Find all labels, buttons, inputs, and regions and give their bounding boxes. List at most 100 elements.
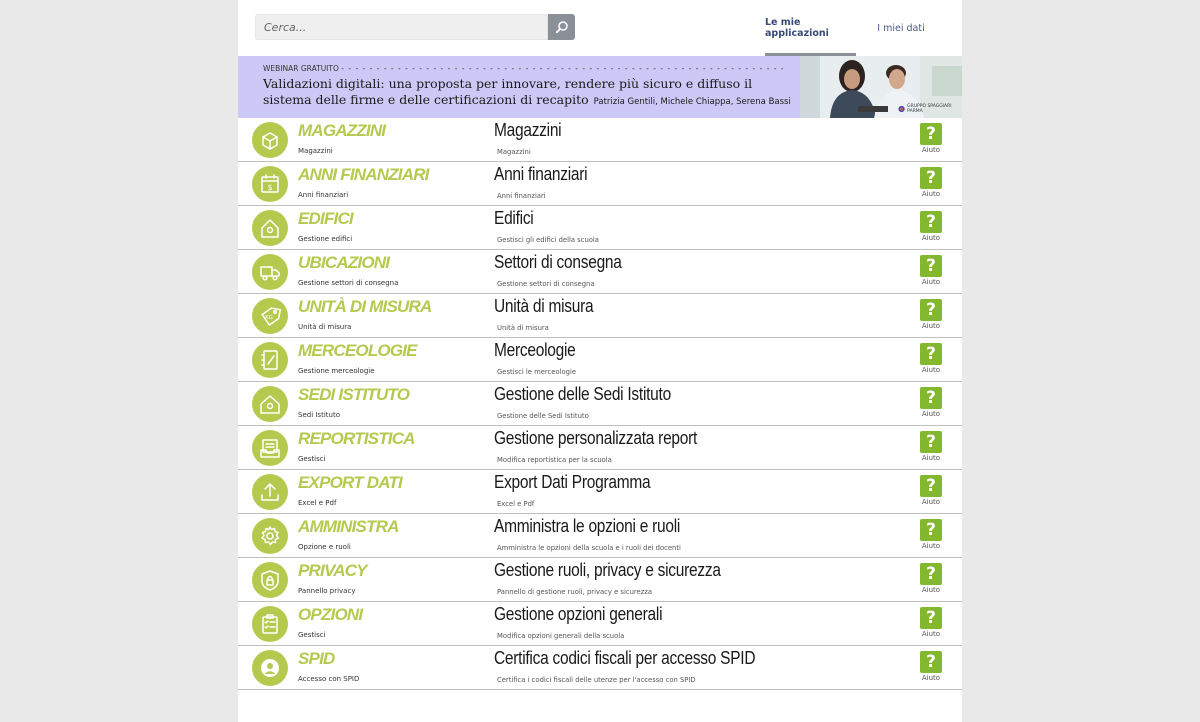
search-icon: [555, 21, 568, 34]
help-button[interactable]: ? Aiuto: [919, 607, 943, 645]
help-label: Aiuto: [921, 366, 941, 374]
tab-my-data[interactable]: I miei dati: [868, 0, 934, 56]
app-subtitle: Accesso con SPID: [298, 675, 360, 683]
help-label: Aiuto: [921, 630, 941, 638]
app-title: Merceologie: [494, 340, 576, 360]
app-badge: [252, 474, 288, 510]
app-badge: [252, 430, 288, 466]
app-name: EXPORT DATI: [298, 473, 403, 492]
app-name: PRIVACY: [298, 561, 368, 580]
app-row[interactable]: $ ANNI FINANZIARI Anni finanziari Anni f…: [238, 162, 962, 206]
help-label: Aiuto: [921, 146, 941, 154]
app-row[interactable]: EXPORT DATI Excel e Pdf Export Dati Prog…: [238, 470, 962, 514]
help-button[interactable]: ? Aiuto: [919, 211, 943, 249]
app-title: Amministra le opzioni e ruoli: [494, 516, 681, 536]
app-title: Gestione opzioni generali: [494, 604, 663, 624]
app-row[interactable]: KG UNITÀ DI MISURA Unità di misura Unità…: [238, 294, 962, 338]
app-name: EDIFICI: [298, 209, 354, 228]
banner-title: Validazioni digitali: una proposta per i…: [263, 76, 791, 107]
app-title: Anni finanziari: [494, 164, 588, 184]
help-label: Aiuto: [921, 410, 941, 418]
app-badge: [252, 650, 288, 686]
app-description: Excel e Pdf: [497, 500, 535, 508]
help-label: Aiuto: [921, 542, 941, 550]
app-subtitle: Gestione settori di consegna: [298, 279, 399, 287]
help-question-icon: ?: [920, 299, 942, 321]
app-description: Amministra le opzioni della scuola e i r…: [497, 544, 681, 552]
app-row[interactable]: EDIFICI Gestione edifici Edifici Gestisc…: [238, 206, 962, 250]
house-pin-icon: [260, 395, 280, 414]
app-badge: [252, 342, 288, 378]
help-button[interactable]: ? Aiuto: [919, 343, 943, 381]
tab-label: Le mie applicazioni: [765, 17, 829, 39]
app-description: Modifica reportistica per la scuola: [497, 456, 612, 464]
app-badge: [252, 386, 288, 422]
help-label: Aiuto: [921, 586, 941, 594]
shield-lock-icon: [261, 570, 279, 591]
help-button[interactable]: ? Aiuto: [919, 519, 943, 557]
app-row[interactable]: UBICAZIONI Gestione settori di consegna …: [238, 250, 962, 294]
app-title: Edifici: [494, 208, 534, 228]
help-question-icon: ?: [920, 519, 942, 541]
help-question-icon: ?: [920, 431, 942, 453]
app-title: Certifica codici fiscali per accesso SPI…: [494, 648, 756, 668]
app-title: Gestione ruoli, privacy e sicurezza: [494, 560, 721, 580]
app-row[interactable]: SPID Accesso con SPID Certifica codici f…: [238, 646, 962, 690]
webinar-banner[interactable]: WEBINAR GRATUITO - - - - - - - - - - - -…: [238, 56, 962, 118]
app-title: Export Dati Programma: [494, 472, 651, 492]
app-row[interactable]: AMMINISTRA Opzione e ruoli Amministra le…: [238, 514, 962, 558]
logo-mark-icon: [898, 105, 905, 113]
banner-authors: Patrizia Gentili, Michele Chiappa, Seren…: [593, 97, 791, 107]
help-button[interactable]: ? Aiuto: [919, 299, 943, 337]
app-row[interactable]: REPORTISTICA Gestisci Gestione personali…: [238, 426, 962, 470]
tab-my-applications[interactable]: Le mie applicazioni: [765, 0, 856, 56]
help-label: Aiuto: [921, 234, 941, 242]
app-row[interactable]: MAGAZZINI Magazzini Magazzini Magazzini …: [238, 118, 962, 162]
top-bar: Le mie applicazioni I miei dati: [238, 0, 962, 56]
box-icon: [262, 132, 278, 150]
search-input[interactable]: [255, 14, 548, 40]
search-button[interactable]: [548, 14, 575, 40]
help-question-icon: ?: [920, 211, 942, 233]
help-button[interactable]: ? Aiuto: [919, 123, 943, 161]
app-name: AMMINISTRA: [298, 517, 399, 536]
app-description: Magazzini: [497, 148, 531, 156]
app-name: UNITÀ DI MISURA: [298, 297, 432, 316]
help-button[interactable]: ? Aiuto: [919, 167, 943, 205]
app-description: Pannello di gestione ruoli, privacy e si…: [497, 588, 653, 596]
help-button[interactable]: ? Aiuto: [919, 255, 943, 293]
help-question-icon: ?: [920, 651, 942, 673]
app-badge: [252, 210, 288, 246]
app-subtitle: Sedi Istituto: [298, 411, 340, 419]
app-subtitle: Anni finanziari: [298, 191, 349, 199]
help-button[interactable]: ? Aiuto: [919, 387, 943, 425]
app-name: REPORTISTICA: [298, 429, 415, 448]
help-label: Aiuto: [921, 454, 941, 462]
help-label: Aiuto: [921, 190, 941, 198]
app-subtitle: Excel e Pdf: [298, 499, 337, 507]
app-title: Magazzini: [494, 120, 562, 140]
app-description: Certifica i codici fiscali delle utenze …: [497, 676, 696, 684]
app-badge: $: [252, 166, 288, 202]
app-row[interactable]: OPZIONI Gestisci Gestione opzioni genera…: [238, 602, 962, 646]
app-name: SPID: [298, 649, 335, 668]
inbox-report-icon: [260, 439, 280, 458]
help-button[interactable]: ? Aiuto: [919, 431, 943, 469]
app-row[interactable]: PRIVACY Pannello privacy Gestione ruoli,…: [238, 558, 962, 602]
tag-kg-icon: KG: [261, 307, 282, 326]
app-badge: KG: [252, 298, 288, 334]
app-subtitle: Gestione edifici: [298, 235, 353, 243]
app-name: SEDI ISTITUTO: [298, 385, 410, 404]
app-row[interactable]: MERCEOLOGIE Gestione merceologie Merceol…: [238, 338, 962, 382]
gear-icon: [261, 526, 280, 546]
app-row[interactable]: SEDI ISTITUTO Sedi Istituto Gestione del…: [238, 382, 962, 426]
help-label: Aiuto: [921, 674, 941, 682]
application-list: MAGAZZINI Magazzini Magazzini Magazzini …: [238, 118, 962, 690]
help-button[interactable]: ? Aiuto: [919, 563, 943, 601]
upload-icon: [261, 483, 279, 501]
help-button[interactable]: ? Aiuto: [919, 651, 943, 689]
help-question-icon: ?: [920, 475, 942, 497]
help-question-icon: ?: [920, 563, 942, 585]
help-button[interactable]: ? Aiuto: [919, 475, 943, 513]
app-badge: [252, 518, 288, 554]
